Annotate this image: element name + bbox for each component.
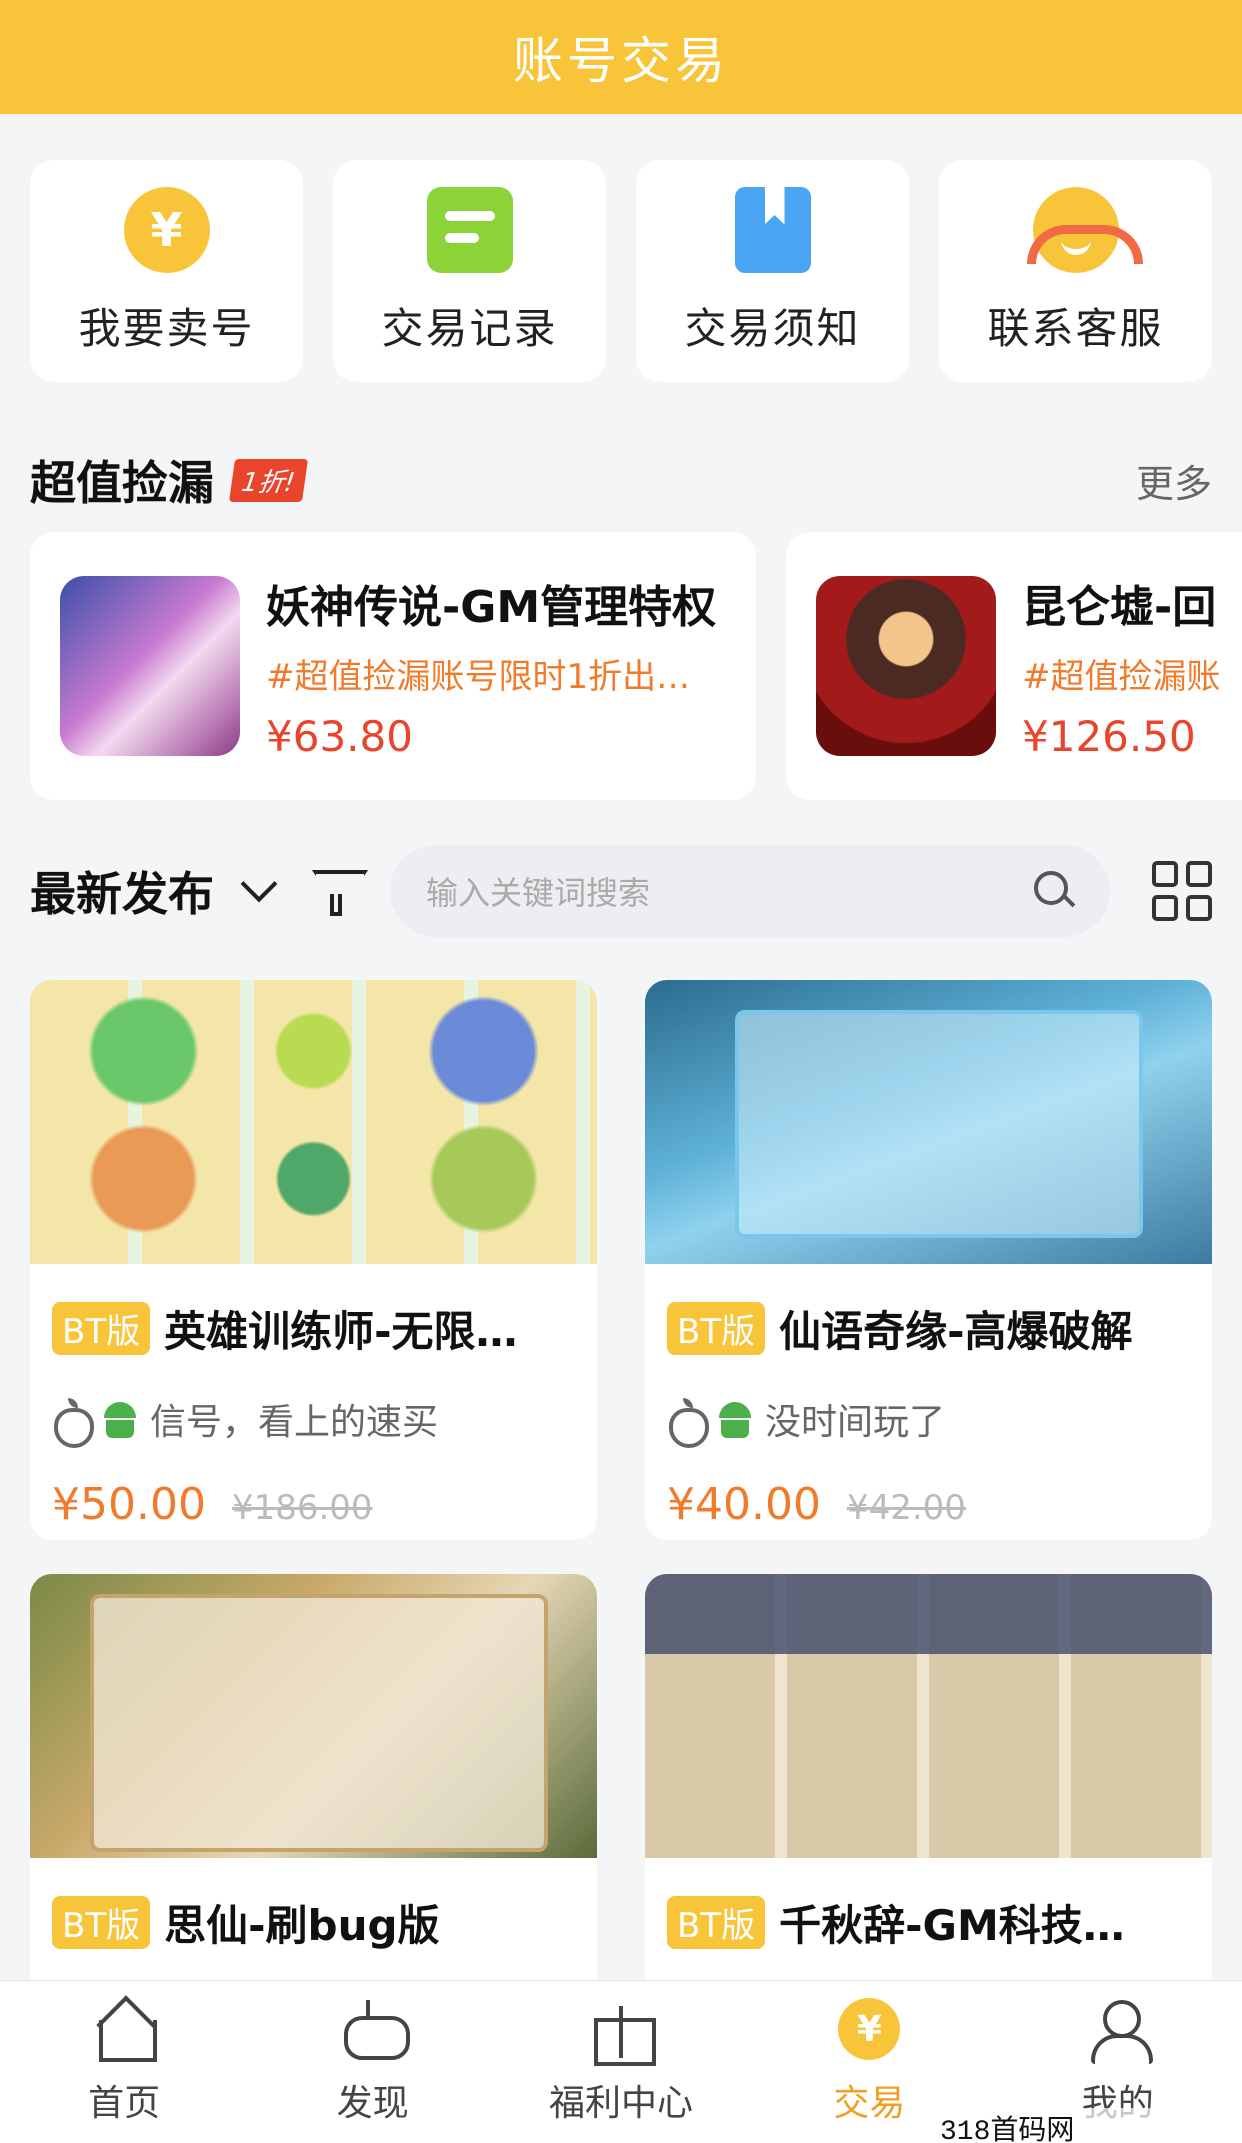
chevron-down-icon[interactable] [238, 871, 278, 911]
tab-label: 发现 [336, 2083, 409, 2124]
tab-label: 交易 [833, 2083, 906, 2124]
product-image [645, 1574, 1212, 1858]
original-price: ¥42.00 [846, 1488, 966, 1528]
discount-badge: 1折! [228, 458, 308, 502]
bt-version-badge: BT版 [52, 1896, 151, 1949]
product-image [30, 1574, 597, 1858]
deal-name: 昆仑墟-回 [1022, 582, 1217, 633]
quick-action-label: 交易须知 [684, 303, 861, 353]
sort-dropdown-label[interactable]: 最新发布 [30, 858, 214, 924]
deal-tag: #超值捡漏账 [1022, 657, 1221, 697]
quick-action-label: 联系客服 [987, 303, 1164, 353]
gamepad-icon [342, 1998, 410, 2060]
tab-trade[interactable]: ¥ 交易 [769, 1998, 969, 2126]
trade-notice-button[interactable]: 交易须知 [636, 160, 909, 382]
quick-action-label: 我要卖号 [78, 303, 255, 353]
deal-name: 妖神传说-GM管理特权 [266, 582, 717, 633]
tab-welfare-center[interactable]: 福利中心 [521, 1998, 721, 2126]
search-input[interactable]: 输入关键词搜索 [390, 845, 1110, 937]
product-image [30, 980, 597, 1264]
deal-info: 昆仑墟-回 #超值捡漏账 ¥126.50 [1022, 571, 1242, 761]
deal-card[interactable]: 妖神传说-GM管理特权 #超值捡漏账号限时1折出… ¥63.80 [30, 532, 756, 800]
deal-price: ¥63.80 [266, 712, 413, 761]
tab-label: 福利中心 [548, 2083, 693, 2124]
trade-record-button[interactable]: 交易记录 [333, 160, 606, 382]
game-thumbnail [60, 576, 240, 756]
yen-coin-icon: ¥ [123, 186, 210, 273]
product-name: 千秋辞-GM科技… [779, 1901, 1125, 1950]
bt-version-badge: BT版 [667, 1896, 766, 1949]
apple-icon [667, 1398, 709, 1448]
more-link[interactable]: 更多 [1136, 453, 1212, 508]
game-thumbnail [816, 576, 996, 756]
tab-mine[interactable]: 我的 [1018, 1998, 1218, 2126]
product-price: ¥50.00 [52, 1479, 206, 1530]
record-icon [426, 186, 513, 273]
header-bar: 账号交易 [0, 0, 1242, 114]
section-title: 超值捡漏 [30, 456, 214, 510]
apple-icon [52, 1398, 94, 1448]
grid-view-icon[interactable] [1152, 861, 1212, 921]
quick-actions: ¥ 我要卖号 交易记录 交易须知 联系客服 [30, 160, 1212, 382]
product-description: 没时间玩了 [765, 1402, 946, 1443]
product-card[interactable]: BT版 千秋辞-GM科技… [645, 1574, 1212, 2034]
deal-card[interactable]: 昆仑墟-回 #超值捡漏账 ¥126.50 [786, 532, 1242, 800]
contact-service-button[interactable]: 联系客服 [939, 160, 1212, 382]
search-placeholder: 输入关键词搜索 [426, 874, 651, 912]
deals-carousel[interactable]: 妖神传说-GM管理特权 #超值捡漏账号限时1折出… ¥63.80 昆仑墟-回 #… [30, 532, 1242, 800]
notice-book-icon [734, 186, 811, 273]
tab-label: 首页 [88, 2083, 161, 2124]
bt-version-badge: BT版 [667, 1302, 766, 1355]
deal-price: ¥126.50 [1022, 712, 1196, 761]
product-name: 思仙-刷bug版 [164, 1901, 440, 1950]
sell-account-button[interactable]: ¥ 我要卖号 [30, 160, 303, 382]
customer-service-icon [1026, 186, 1143, 273]
product-name: 英雄训练师-无限… [164, 1307, 518, 1356]
product-card[interactable]: BT版 英雄训练师-无限… 信号，看上的速买 ¥50.00 ¥186.00 [30, 980, 597, 1540]
tab-discover[interactable]: 发现 [273, 1998, 473, 2126]
deal-tag: #超值捡漏账号限时1折出… [266, 657, 691, 697]
product-description: 信号，看上的速买 [150, 1402, 439, 1443]
deals-section-header: 超值捡漏 1折! 更多 [30, 450, 1212, 510]
gift-icon [590, 1998, 656, 2066]
watermark: 318首码网 www.E318.com [940, 2108, 1242, 2143]
android-icon [102, 1398, 138, 1440]
product-image [645, 980, 1212, 1264]
search-icon[interactable] [1034, 871, 1074, 911]
deal-info: 妖神传说-GM管理特权 #超值捡漏账号限时1折出… ¥63.80 [266, 571, 756, 761]
user-icon [1087, 1998, 1153, 2064]
product-price: ¥40.00 [667, 1479, 821, 1530]
home-icon [93, 1998, 158, 2062]
product-card[interactable]: BT版 仙语奇缘-高爆破解 没时间玩了 ¥40.00 ¥42.00 [645, 980, 1212, 1540]
product-name: 仙语奇缘-高爆破解 [779, 1307, 1133, 1356]
latest-filter-row: 最新发布 输入关键词搜索 [30, 845, 1212, 937]
page-title: 账号交易 [513, 32, 729, 90]
original-price: ¥186.00 [231, 1488, 373, 1528]
product-grid: BT版 英雄训练师-无限… 信号，看上的速买 ¥50.00 ¥186.00 BT… [30, 980, 1212, 2034]
android-icon [717, 1398, 753, 1440]
yen-coin-icon: ¥ [838, 1998, 901, 2060]
tab-home[interactable]: 首页 [24, 1998, 224, 2126]
quick-action-label: 交易记录 [381, 303, 558, 353]
filter-icon[interactable] [312, 866, 360, 916]
product-card[interactable]: BT版 思仙-刷bug版 [30, 1574, 597, 2034]
bt-version-badge: BT版 [52, 1302, 151, 1355]
